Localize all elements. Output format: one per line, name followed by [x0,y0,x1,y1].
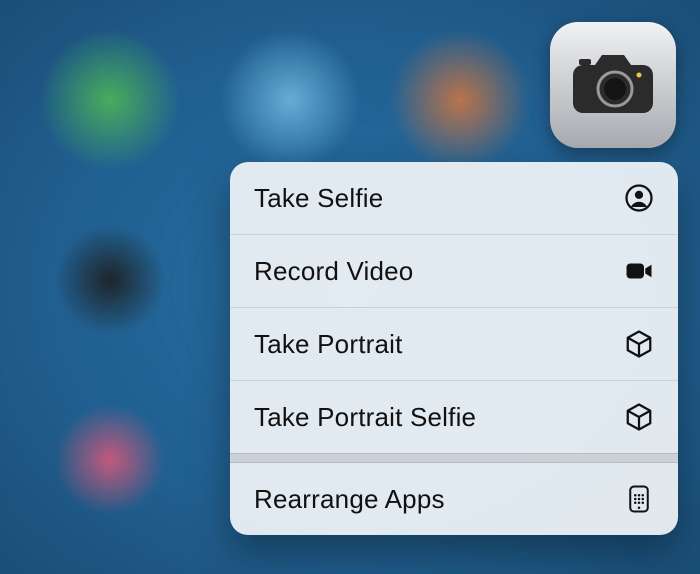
action-take-selfie[interactable]: Take Selfie [230,162,678,234]
action-label: Take Portrait Selfie [254,402,476,433]
menu-separator [230,453,678,463]
action-rearrange-apps[interactable]: Rearrange Apps [230,463,678,535]
action-record-video[interactable]: Record Video [230,234,678,307]
action-label: Record Video [254,256,413,287]
action-label: Rearrange Apps [254,484,445,515]
camera-icon [569,53,657,117]
quick-actions-menu: Take Selfie Record Video Take Portrait [230,162,678,535]
action-take-portrait[interactable]: Take Portrait [230,307,678,380]
home-screen: Take Selfie Record Video Take Portrait [0,0,700,574]
cube-icon [624,402,654,432]
video-icon [624,256,654,286]
cube-icon [624,329,654,359]
action-label: Take Portrait [254,329,403,360]
action-label: Take Selfie [254,183,383,214]
camera-app-icon[interactable] [550,22,676,148]
action-take-portrait-selfie[interactable]: Take Portrait Selfie [230,380,678,453]
homescreen-icon [624,484,654,514]
selfie-icon [624,183,654,213]
